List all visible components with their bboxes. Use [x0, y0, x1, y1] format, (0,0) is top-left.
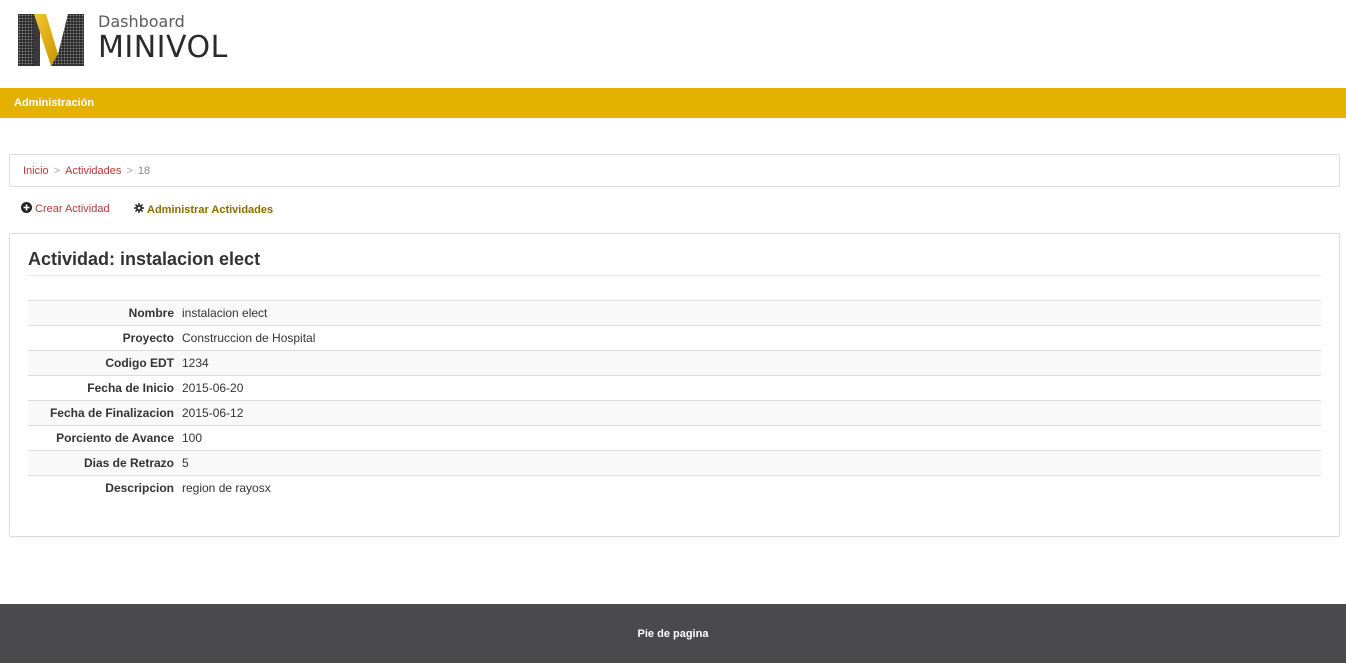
create-activity-link[interactable]: Crear Actividad [21, 202, 110, 216]
detail-row-descripcion: Descripcion region de rayosx [28, 475, 1321, 501]
detail-value: region de rayosx [182, 481, 271, 496]
minivol-logo-icon[interactable] [18, 14, 84, 66]
detail-row-porciento-avance: Porciento de Avance 100 [28, 425, 1321, 451]
footer-text: Pie de pagina [637, 628, 709, 640]
breadcrumb-separator: > [53, 165, 61, 177]
manage-activities-link[interactable]: Administrar Actividades [134, 203, 273, 216]
activity-detail-table: Nombre instalacion elect Proyecto Constr… [28, 300, 1321, 501]
gear-icon [134, 203, 144, 216]
page-title: Actividad: instalacion elect [28, 249, 261, 269]
header: Dashboard MINIVOL [0, 0, 1346, 88]
detail-row-dias-retrazo: Dias de Retrazo 5 [28, 450, 1321, 476]
detail-value: 100 [182, 431, 203, 445]
detail-row-codigo-edt: Codigo EDT 1234 [28, 350, 1321, 376]
main-navbar: Administración [0, 88, 1346, 118]
detail-value: instalacion elect [182, 306, 268, 320]
breadcrumb-separator: > [126, 165, 133, 177]
detail-row-nombre: Nombre instalacion elect [28, 300, 1321, 326]
detail-label: Dias de Retrazo [83, 456, 174, 470]
logo-text: Dashboard MINIVOL [98, 12, 228, 64]
detail-row-fecha-inicio: Fecha de Inicio 2015-06-20 [28, 375, 1321, 401]
detail-label: Nombre [128, 306, 174, 320]
breadcrumb-item-actividades[interactable]: Actividades [65, 165, 121, 177]
create-activity-label: Crear Actividad [35, 203, 110, 215]
detail-value: 2015-06-20 [182, 381, 244, 395]
detail-label: Codigo EDT [105, 356, 174, 370]
detail-value: 5 [182, 456, 189, 470]
breadcrumb-current: 18 [137, 165, 151, 177]
nav-item-administracion[interactable]: Administración [14, 97, 94, 109]
detail-row-proyecto: Proyecto Construccion de Hospital [28, 325, 1321, 351]
logo-title: MINIVOL [98, 30, 228, 65]
breadcrumb: Inicio > Actividades >18 [9, 154, 1340, 187]
plus-circle-icon [21, 202, 32, 216]
detail-row-fecha-finalizacion: Fecha de Finalizacion 2015-06-12 [28, 400, 1321, 426]
detail-label: Porciento de Avance [56, 431, 174, 445]
detail-value: 2015-06-12 [182, 406, 244, 420]
detail-label: Descripcion [105, 481, 174, 496]
activity-detail-panel: Actividad: instalacion elect Nombre inst… [9, 233, 1340, 537]
detail-value: 1234 [182, 356, 209, 370]
logo-subtitle: Dashboard [98, 12, 185, 31]
detail-value: Construccion de Hospital [182, 331, 316, 345]
footer: Pie de pagina [0, 604, 1346, 663]
breadcrumb-item-inicio[interactable]: Inicio [23, 165, 49, 177]
detail-label: Proyecto [122, 331, 174, 345]
manage-activities-label: Administrar Actividades [147, 203, 274, 216]
title-divider [28, 275, 1321, 276]
detail-label: Fecha de Inicio [87, 381, 174, 395]
detail-label: Fecha de Finalizacion [49, 406, 174, 420]
